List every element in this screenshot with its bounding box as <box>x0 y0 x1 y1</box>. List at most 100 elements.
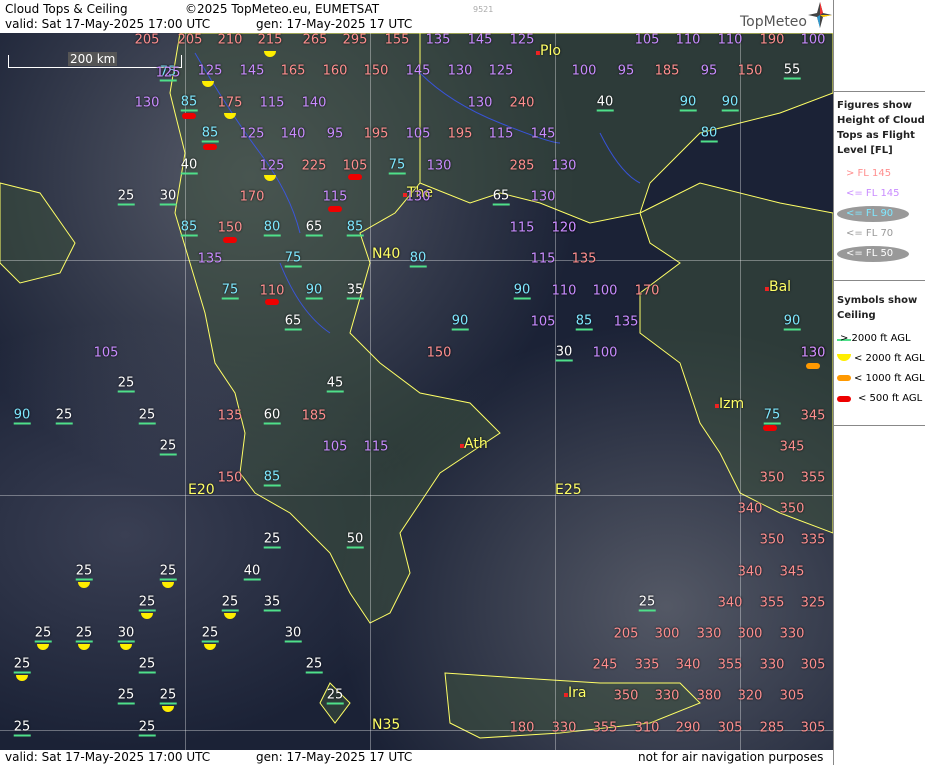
cloud-top-label: 140 <box>301 95 327 111</box>
cloud-top-label: 160 <box>322 63 348 79</box>
cloud-top-label: 25 <box>138 656 156 674</box>
cloud-top-label: 345 <box>800 408 826 424</box>
cloud-top-label: 25 <box>75 563 93 581</box>
cloud-top-label: 65 <box>284 313 302 331</box>
cloud-top-label: 25 <box>138 407 156 425</box>
grid-line-n35 <box>0 730 833 731</box>
cloud-top-label: 150 <box>363 63 389 79</box>
cloud-top-label: 60 <box>263 407 281 425</box>
cloud-top-label: 25 <box>638 594 656 612</box>
cloud-top-label: 135 <box>613 314 639 330</box>
cloud-top-label: 105 <box>530 314 556 330</box>
city-label: Izm <box>719 396 745 412</box>
ceiling-lt1000-icon <box>806 363 820 369</box>
cloud-top-label: 125 <box>488 63 514 79</box>
cloud-top-label: 145 <box>467 33 493 48</box>
cloud-top-label: 75 <box>763 407 781 425</box>
cloud-top-label: 40 <box>243 563 261 581</box>
cloud-top-label: 25 <box>13 656 31 674</box>
cloud-top-label: 125 <box>509 33 535 48</box>
cloud-top-label: 170 <box>634 283 660 299</box>
cloud-top-label: 340 <box>737 501 763 517</box>
cloud-top-label: 90 <box>513 282 531 300</box>
ceiling-lt500-icon <box>203 144 217 150</box>
cloud-top-label: 80 <box>263 219 281 237</box>
ceiling-lt1000-icon <box>837 375 851 381</box>
cloud-top-label: 330 <box>654 688 680 704</box>
cloud-top-label: 135 <box>571 251 597 267</box>
cloud-top-label: 30 <box>159 188 177 206</box>
cloud-top-label: 25 <box>13 719 31 737</box>
cloud-top-label: 55 <box>783 62 801 80</box>
legend-ceil-gt2000: > 2000 ft AGL <box>840 333 911 344</box>
cloud-top-label: 90 <box>679 94 697 112</box>
cloud-top-label: 25 <box>34 625 52 643</box>
legend-ceil-lt500: < 500 ft AGL <box>858 393 923 404</box>
compass-logo-icon <box>808 2 832 28</box>
cloud-top-label: 140 <box>280 126 306 142</box>
cloud-top-label: 225 <box>301 158 327 174</box>
cloud-top-label: 25 <box>201 625 219 643</box>
topmeteo-logo[interactable]: TopMeteo <box>740 14 807 30</box>
cloud-top-label: 125 <box>239 126 265 142</box>
cloud-top-label: 30 <box>555 344 573 362</box>
legend-panel: Figures show Height of Cloud Tops as Fli… <box>833 0 925 765</box>
cloud-top-label: 130 <box>467 95 493 111</box>
grid-line-e20 <box>185 33 186 750</box>
legend-fl-le70: <= FL 70 <box>846 228 894 239</box>
cloud-top-label: 25 <box>159 563 177 581</box>
cloud-top-label: 35 <box>346 282 364 300</box>
cloud-top-label: 195 <box>363 126 389 142</box>
cloud-top-label: 330 <box>779 626 805 642</box>
cloud-top-label: 130 <box>551 158 577 174</box>
cloud-top-label: 130 <box>800 345 826 361</box>
cloud-top-label: 330 <box>759 657 785 673</box>
cloud-top-label: 25 <box>221 594 239 612</box>
cloud-top-label: 75 <box>221 282 239 300</box>
copyright: ©2025 TopMeteo.eu, EUMETSAT <box>185 2 380 16</box>
ceiling-lt500-icon <box>328 206 342 212</box>
cloud-top-label: 300 <box>654 626 680 642</box>
cloud-top-label: 85 <box>180 94 198 112</box>
cloud-top-label: 135 <box>425 33 451 48</box>
cloud-top-label: 25 <box>117 687 135 705</box>
cloud-top-label: 190 <box>759 33 785 48</box>
cloud-top-label: 45 <box>326 375 344 393</box>
ceiling-lt500-icon <box>223 237 237 243</box>
footer-valid: valid: Sat 17-May-2025 17:00 UTC <box>5 750 211 764</box>
cloud-top-label: 150 <box>737 63 763 79</box>
cloud-top-label: 265 <box>302 33 328 48</box>
map-title: Cloud Tops & Ceiling <box>5 2 128 16</box>
valid-time: valid: Sat 17-May-2025 17:00 UTC <box>5 17 211 31</box>
cloud-top-label: 80 <box>409 250 427 268</box>
cloud-top-label: 305 <box>800 657 826 673</box>
cloud-top-label: 340 <box>675 657 701 673</box>
satellite-map[interactable]: 200 km N40 N35 E20 E25 Plo The Bal Izm Ath Ir… <box>0 33 833 750</box>
cloud-top-label: 325 <box>800 595 826 611</box>
cloud-top-label: 105 <box>322 439 348 455</box>
cloud-top-label: 355 <box>800 470 826 486</box>
cloud-top-label: 285 <box>759 720 785 736</box>
grid-label-e25: E25 <box>555 482 582 498</box>
cloud-top-label: 320 <box>737 688 763 704</box>
cloud-top-label: 75 <box>388 157 406 175</box>
cloud-top-label: 85 <box>346 219 364 237</box>
cloud-top-label: 115 <box>509 220 535 236</box>
legend-title-line: Height of Cloud <box>837 115 925 126</box>
cloud-top-label: 25 <box>117 375 135 393</box>
cloud-top-label: 300 <box>737 626 763 642</box>
cloud-top-label: 110 <box>717 33 743 48</box>
cloud-top-label: 120 <box>551 220 577 236</box>
cloud-top-label: 340 <box>737 564 763 580</box>
cloud-top-label: 95 <box>326 126 344 142</box>
cloud-top-label: 115 <box>259 95 285 111</box>
cloud-top-label: 25 <box>138 719 156 737</box>
legend-fl-le145: <= FL 145 <box>846 188 900 199</box>
cloud-top-label: 115 <box>363 439 389 455</box>
cloud-top-label: 145 <box>405 63 431 79</box>
cloud-top-label: 175 <box>217 95 243 111</box>
cloud-top-label: 105 <box>405 126 431 142</box>
cloud-top-label: 330 <box>696 626 722 642</box>
cloud-top-label: 290 <box>675 720 701 736</box>
cloud-top-label: 25 <box>159 687 177 705</box>
